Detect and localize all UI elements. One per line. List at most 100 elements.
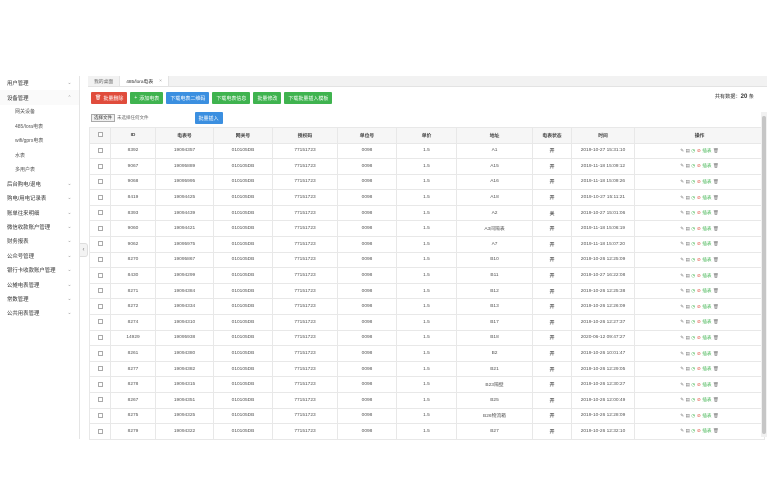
stop-icon[interactable]: ⊘	[697, 304, 701, 310]
edit-icon[interactable]: ✎	[680, 226, 684, 232]
trash-icon[interactable]: 🗑	[713, 148, 719, 154]
checkbox-cell[interactable]	[89, 392, 111, 409]
sidebar-item[interactable]: 设备管理 ⌃	[0, 90, 79, 105]
clock-icon[interactable]: ◷	[691, 195, 695, 201]
trash-icon[interactable]: 🗑	[713, 163, 719, 169]
clock-icon[interactable]: ◷	[691, 319, 695, 325]
toolbar-button[interactable]: 批量修改	[253, 92, 282, 104]
detail-icon[interactable]: ▤	[686, 382, 690, 388]
insert-meter-link[interactable]: 插表	[702, 319, 711, 325]
column-header[interactable]	[89, 127, 111, 144]
stop-icon[interactable]: ⊘	[697, 148, 701, 154]
detail-icon[interactable]: ▤	[686, 319, 690, 325]
row-checkbox[interactable]	[97, 225, 103, 231]
insert-meter-link[interactable]: 插表	[702, 148, 711, 154]
detail-icon[interactable]: ▤	[686, 366, 690, 372]
edit-icon[interactable]: ✎	[680, 428, 684, 434]
select-all-checkbox[interactable]	[97, 132, 103, 138]
clock-icon[interactable]: ◷	[691, 351, 695, 357]
clock-icon[interactable]: ◷	[691, 148, 695, 154]
trash-icon[interactable]: 🗑	[713, 288, 719, 294]
stop-icon[interactable]: ⊘	[697, 382, 701, 388]
bulk-import-button[interactable]: 批量插入	[194, 112, 223, 124]
checkbox-cell[interactable]	[89, 360, 111, 378]
insert-meter-link[interactable]: 插表	[702, 257, 711, 263]
checkbox-cell[interactable]	[89, 204, 111, 222]
detail-icon[interactable]: ▤	[686, 210, 690, 216]
row-checkbox[interactable]	[97, 366, 103, 372]
row-checkbox[interactable]	[97, 241, 103, 247]
sidebar-item[interactable]: 后台购电/退电 ⌄	[0, 177, 79, 191]
row-checkbox[interactable]	[97, 397, 103, 403]
detail-icon[interactable]: ▤	[686, 163, 690, 169]
insert-meter-link[interactable]: 插表	[702, 366, 711, 372]
sidebar-item[interactable]: 用户管理 ⌄	[0, 76, 79, 90]
trash-icon[interactable]: 🗑	[713, 382, 719, 388]
sidebar-item[interactable]: 常数管理 ⌄	[0, 292, 79, 306]
detail-icon[interactable]: ▤	[686, 179, 690, 185]
sidebar-subitem[interactable]: 多用户表	[0, 162, 79, 176]
trash-icon[interactable]: 🗑	[713, 179, 719, 185]
checkbox-cell[interactable]	[89, 314, 111, 331]
edit-icon[interactable]: ✎	[680, 413, 684, 419]
insert-meter-link[interactable]: 插表	[702, 273, 711, 279]
sidebar-item[interactable]: 公摊电表管理 ⌄	[0, 277, 79, 291]
detail-icon[interactable]: ▤	[686, 273, 690, 279]
insert-meter-link[interactable]: 插表	[702, 413, 711, 419]
insert-meter-link[interactable]: 插表	[702, 351, 711, 357]
insert-meter-link[interactable]: 插表	[702, 288, 711, 294]
clock-icon[interactable]: ◷	[691, 382, 695, 388]
edit-icon[interactable]: ✎	[680, 319, 684, 325]
detail-icon[interactable]: ▤	[686, 335, 690, 341]
sidebar-item[interactable]: 公众号管理 ⌄	[0, 249, 79, 263]
close-icon[interactable]: ×	[159, 79, 162, 84]
clock-icon[interactable]: ◷	[691, 366, 695, 372]
clock-icon[interactable]: ◷	[691, 304, 695, 310]
sidebar-item[interactable]: 银行卡收款账户管理 ⌄	[0, 263, 79, 277]
trash-icon[interactable]: 🗑	[713, 210, 719, 216]
clock-icon[interactable]: ◷	[691, 335, 695, 341]
insert-meter-link[interactable]: 插表	[702, 226, 711, 232]
insert-meter-link[interactable]: 插表	[702, 397, 711, 403]
clock-icon[interactable]: ◷	[691, 397, 695, 403]
trash-icon[interactable]: 🗑	[713, 351, 719, 357]
row-checkbox[interactable]	[97, 179, 103, 185]
stop-icon[interactable]: ⊘	[697, 163, 701, 169]
trash-icon[interactable]: 🗑	[713, 273, 719, 279]
row-checkbox[interactable]	[97, 163, 103, 169]
clock-icon[interactable]: ◷	[691, 241, 695, 247]
edit-icon[interactable]: ✎	[680, 335, 684, 341]
trash-icon[interactable]: 🗑	[713, 257, 719, 263]
clock-icon[interactable]: ◷	[691, 413, 695, 419]
sidebar-subitem[interactable]: 485/lora电表	[0, 119, 79, 133]
stop-icon[interactable]: ⊘	[697, 413, 701, 419]
checkbox-cell[interactable]	[89, 267, 111, 284]
edit-icon[interactable]: ✎	[680, 257, 684, 263]
toolbar-button[interactable]: 🗑 批量删除	[91, 92, 128, 104]
checkbox-cell[interactable]	[89, 236, 111, 253]
edit-icon[interactable]: ✎	[680, 397, 684, 403]
clock-icon[interactable]: ◷	[691, 257, 695, 263]
checkbox-cell[interactable]	[89, 173, 111, 191]
trash-icon[interactable]: 🗑	[713, 397, 719, 403]
edit-icon[interactable]: ✎	[680, 273, 684, 279]
stop-icon[interactable]: ⊘	[697, 241, 701, 247]
stop-icon[interactable]: ⊘	[697, 195, 701, 201]
tab-item[interactable]: 485/lora电表 ×	[120, 76, 169, 86]
trash-icon[interactable]: 🗑	[713, 304, 719, 310]
checkbox-cell[interactable]	[89, 251, 111, 269]
edit-icon[interactable]: ✎	[680, 382, 684, 388]
detail-icon[interactable]: ▤	[686, 351, 690, 357]
checkbox-cell[interactable]	[89, 298, 111, 316]
row-checkbox[interactable]	[97, 319, 103, 325]
trash-icon[interactable]: 🗑	[713, 335, 719, 341]
clock-icon[interactable]: ◷	[691, 288, 695, 294]
insert-meter-link[interactable]: 插表	[702, 241, 711, 247]
stop-icon[interactable]: ⊘	[697, 226, 701, 232]
detail-icon[interactable]: ▤	[686, 195, 690, 201]
sidebar-item[interactable]: 购电/用电记录表 ⌄	[0, 191, 79, 205]
clock-icon[interactable]: ◷	[691, 428, 695, 434]
sidebar-subitem[interactable]: 网关设备	[0, 105, 79, 119]
checkbox-cell[interactable]	[89, 282, 111, 300]
stop-icon[interactable]: ⊘	[697, 428, 701, 434]
